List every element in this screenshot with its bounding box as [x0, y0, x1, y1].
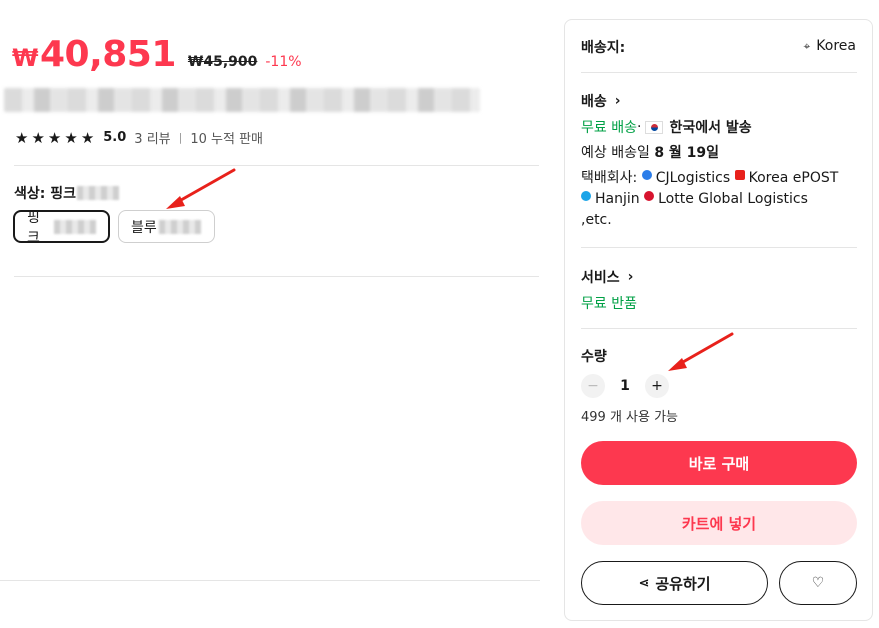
buy-now-button[interactable]: 바로 구매	[581, 441, 857, 485]
product-title-blurred	[4, 88, 480, 112]
annotation-arrow	[166, 168, 236, 209]
chevron-right-icon: ›	[614, 93, 621, 109]
sold-count: 10 누적 판매	[190, 132, 263, 147]
original-price: ₩45,900	[187, 54, 258, 70]
divider	[14, 165, 539, 166]
share-button[interactable]: ⋖ 공유하기	[581, 561, 768, 605]
color-option-blue[interactable]: 블루	[118, 210, 215, 243]
service-section-title[interactable]: 서비스 ›	[581, 267, 633, 287]
shipping-section-title[interactable]: 배송 ›	[581, 91, 621, 111]
divider	[14, 276, 539, 277]
price-value: 40,851	[39, 34, 176, 75]
discount-badge: -11%	[265, 54, 302, 70]
quantity-increase-button[interactable]: +	[645, 374, 669, 398]
ship-to-country: Korea	[816, 38, 856, 54]
purchase-panel: 배송지: ⌖ Korea 배송 › 무료 배송 · 한국에서 발송 예상 배송일…	[564, 19, 873, 621]
hanjin-icon	[581, 191, 591, 201]
star-icon: ★	[64, 128, 78, 147]
color-label: 색상: 핑크	[14, 183, 119, 203]
blurred-text	[158, 219, 201, 234]
lotte-icon	[644, 191, 655, 201]
quantity-decrease-button[interactable]: −	[581, 374, 605, 398]
quantity-value[interactable]: 1	[605, 378, 645, 394]
carriers-list: 택배회사: CJLogistics Korea ePOST Hanjin Lot…	[581, 170, 839, 228]
share-icon: ⋖	[638, 575, 650, 591]
color-option-pink[interactable]: 핑크	[13, 210, 110, 246]
blurred-text	[77, 186, 119, 200]
divider	[0, 580, 540, 581]
cj-logistics-icon	[641, 170, 652, 180]
free-return-text: 무료 반품	[581, 296, 637, 312]
star-icon: ★	[80, 128, 95, 147]
ship-origin: 한국에서 발송	[669, 120, 752, 136]
rating-score: 5.0	[103, 130, 127, 145]
korea-post-icon	[734, 170, 745, 180]
wishlist-button[interactable]: ♡	[779, 561, 857, 605]
ship-to-label: 배송지:	[581, 40, 626, 56]
korea-flag-icon	[645, 120, 664, 134]
stock-available: 499 개 사용 가능	[581, 410, 679, 425]
blurred-text	[54, 219, 96, 234]
star-icon: ★	[47, 128, 62, 147]
price-row: ₩40,851 ₩45,900 -11%	[12, 34, 302, 75]
free-shipping-text: 무료 배송	[581, 120, 637, 136]
add-to-cart-button[interactable]: 카트에 넣기	[581, 501, 857, 545]
separator-dot: ·	[636, 119, 642, 135]
ship-to-selector[interactable]: ⌖ Korea	[804, 38, 856, 54]
heart-icon: ♡	[811, 575, 825, 591]
rating-row[interactable]: ★ ★ ★ ★ ★ 5.0 3 리뷰 | 10 누적 판매	[15, 128, 263, 148]
divider	[581, 247, 857, 248]
option-label: 블루	[131, 219, 157, 236]
chevron-right-icon: ›	[627, 269, 634, 285]
star-icon: ★	[15, 128, 29, 147]
option-label: 핑크	[27, 209, 40, 246]
divider: |	[178, 131, 183, 144]
review-count[interactable]: 3 리뷰	[134, 128, 170, 147]
star-icon: ★	[31, 128, 45, 147]
divider	[581, 328, 857, 329]
estimated-delivery: 예상 배송일 8 월 19일	[581, 145, 720, 161]
shipping-summary: 무료 배송 · 한국에서 발송	[581, 117, 752, 137]
product-info: ₩40,851 ₩45,900 -11% ★ ★ ★ ★ ★ 5.0 3 리뷰 …	[0, 0, 540, 628]
quantity-label: 수량	[581, 349, 607, 365]
divider	[581, 72, 857, 73]
annotation-arrow	[668, 332, 734, 371]
location-pin-icon: ⌖	[803, 38, 811, 53]
current-price: ₩40,851	[12, 34, 176, 75]
quantity-stepper: − 1 +	[581, 374, 669, 398]
currency-symbol: ₩	[12, 44, 38, 72]
